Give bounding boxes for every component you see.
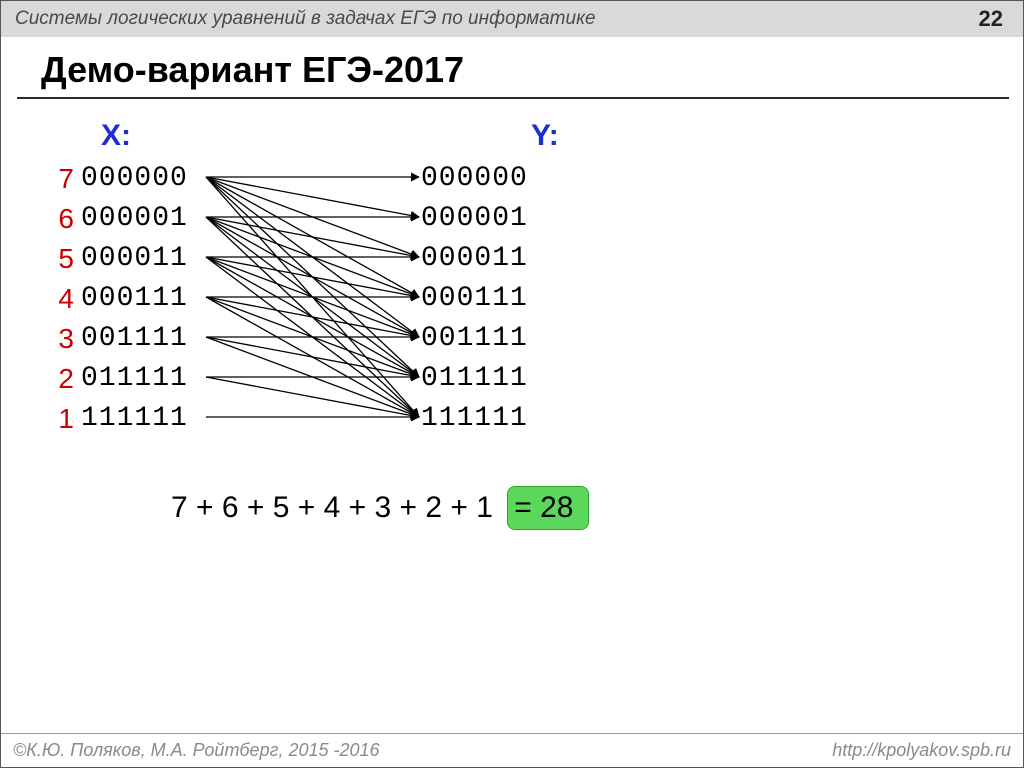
index-cell: 6 xyxy=(55,199,75,239)
x-cell: 000001 xyxy=(81,199,188,239)
x-column: 0000000000010000110001110011110111111111… xyxy=(81,159,188,439)
label-y: Y: xyxy=(531,119,559,153)
index-cell: 3 xyxy=(55,319,75,359)
index-column: 7654321 xyxy=(55,159,75,439)
x-cell: 111111 xyxy=(81,399,188,439)
y-column: 0000000000010000110001110011110111111111… xyxy=(421,159,528,439)
y-cell: 111111 xyxy=(421,399,528,439)
x-cell: 011111 xyxy=(81,359,188,399)
index-cell: 1 xyxy=(55,399,75,439)
x-cell: 000111 xyxy=(81,279,188,319)
page-number: 22 xyxy=(979,6,1003,32)
y-cell: 000001 xyxy=(421,199,528,239)
y-cell: 000011 xyxy=(421,239,528,279)
index-cell: 5 xyxy=(55,239,75,279)
y-cell: 000000 xyxy=(421,159,528,199)
sum-expression: 7 + 6 + 5 + 4 + 3 + 2 + 1 xyxy=(171,491,507,525)
topbar-title: Системы логических уравнений в задачах Е… xyxy=(15,8,979,30)
copyright-icon: © xyxy=(13,740,26,761)
heading-rule xyxy=(17,97,1009,99)
x-cell: 000000 xyxy=(81,159,188,199)
y-cell: 011111 xyxy=(421,359,528,399)
sum-line: 7 + 6 + 5 + 4 + 3 + 2 + 1 = 28 xyxy=(171,486,589,530)
x-cell: 001111 xyxy=(81,319,188,359)
footer-right: http://kpolyakov.spb.ru xyxy=(832,740,1011,761)
index-cell: 2 xyxy=(55,359,75,399)
index-cell: 4 xyxy=(55,279,75,319)
topbar: Системы логических уравнений в задачах Е… xyxy=(1,1,1023,37)
label-x: X: xyxy=(101,119,131,153)
slide: Системы логических уравнений в задачах Е… xyxy=(0,0,1024,768)
footer-left: К.Ю. Поляков, М.А. Ройтберг, 2015 -2016 xyxy=(26,740,379,761)
y-cell: 001111 xyxy=(421,319,528,359)
index-cell: 7 xyxy=(55,159,75,199)
sum-result: = 28 xyxy=(507,486,588,530)
x-cell: 000011 xyxy=(81,239,188,279)
y-cell: 000111 xyxy=(421,279,528,319)
footer: © К.Ю. Поляков, М.А. Ройтберг, 2015 -201… xyxy=(1,733,1023,767)
slide-heading: Демо-вариант ЕГЭ-2017 xyxy=(41,49,464,91)
